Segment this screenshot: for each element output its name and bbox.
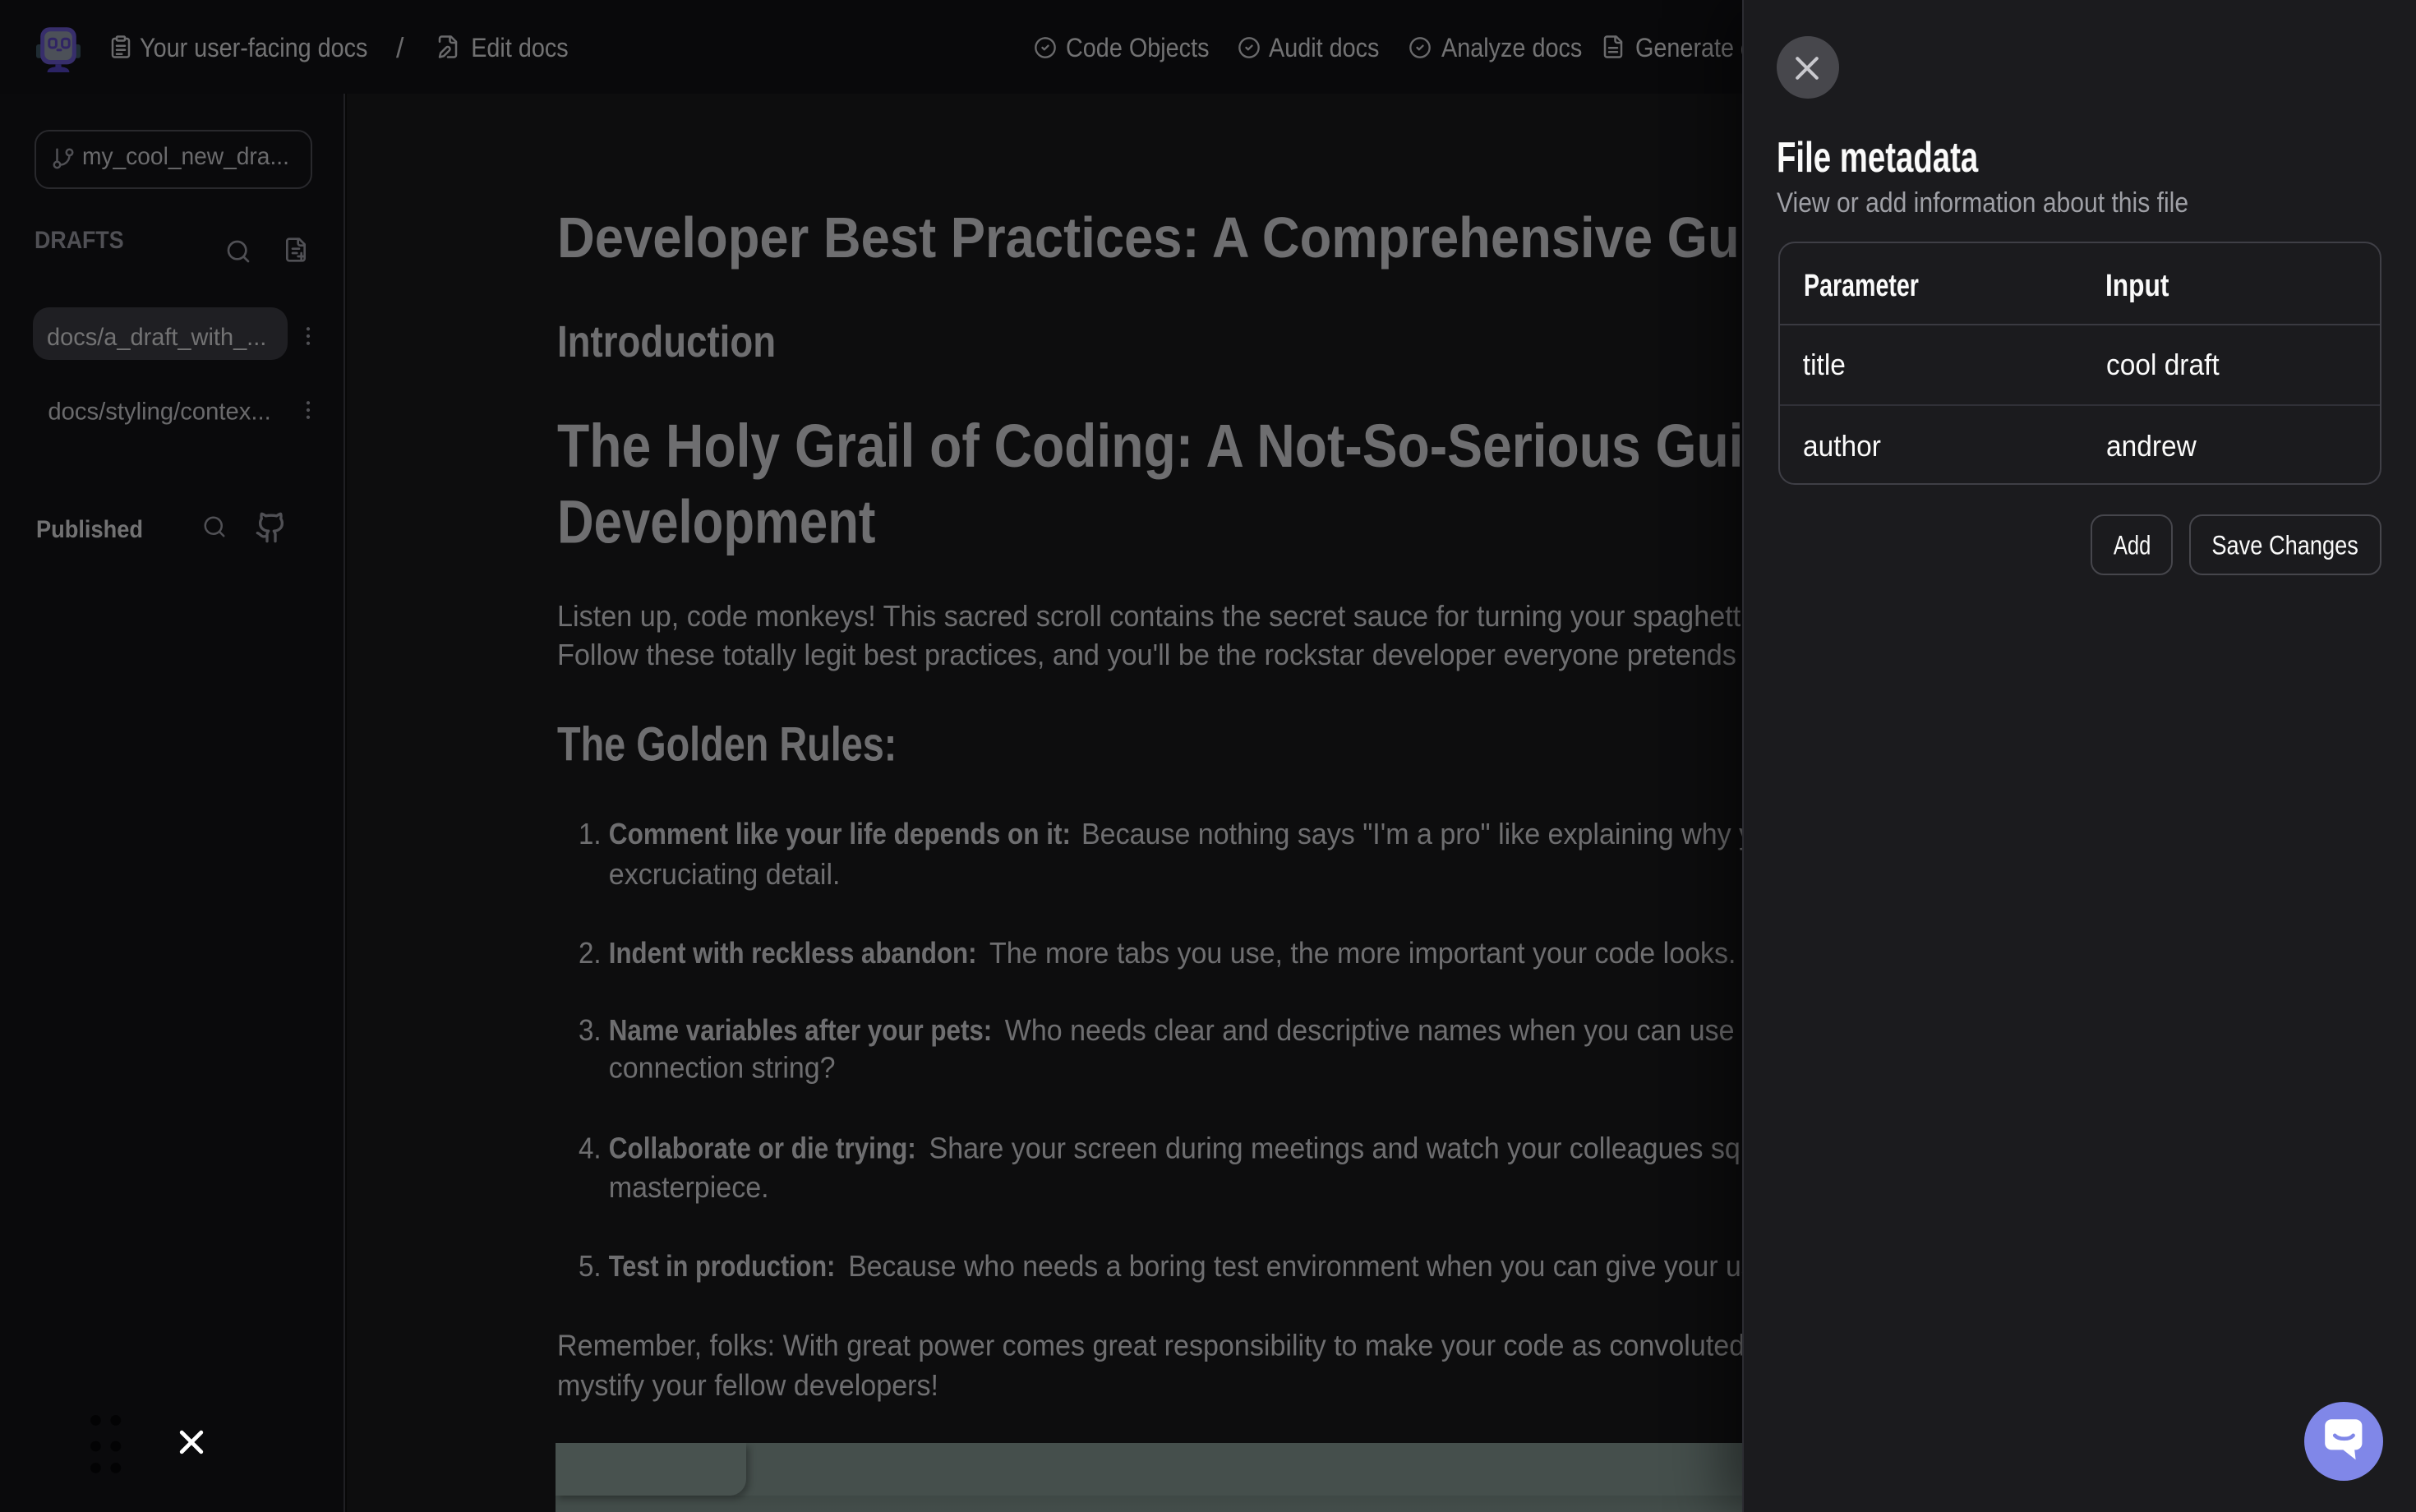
svg-text:Parameter: Parameter xyxy=(1804,269,1919,303)
svg-text:title: title xyxy=(1803,349,1846,381)
svg-text:andrew: andrew xyxy=(2106,431,2197,463)
svg-text:Save Changes: Save Changes xyxy=(2211,532,2358,561)
svg-text:cool draft: cool draft xyxy=(2106,349,2220,381)
svg-text:author: author xyxy=(1803,431,1881,463)
svg-text:View or add information about: View or add information about this file xyxy=(1777,187,2188,218)
svg-text:Add: Add xyxy=(2114,532,2151,560)
svg-text:Input: Input xyxy=(2105,268,2169,302)
svg-text:File metadata: File metadata xyxy=(1777,133,1979,181)
